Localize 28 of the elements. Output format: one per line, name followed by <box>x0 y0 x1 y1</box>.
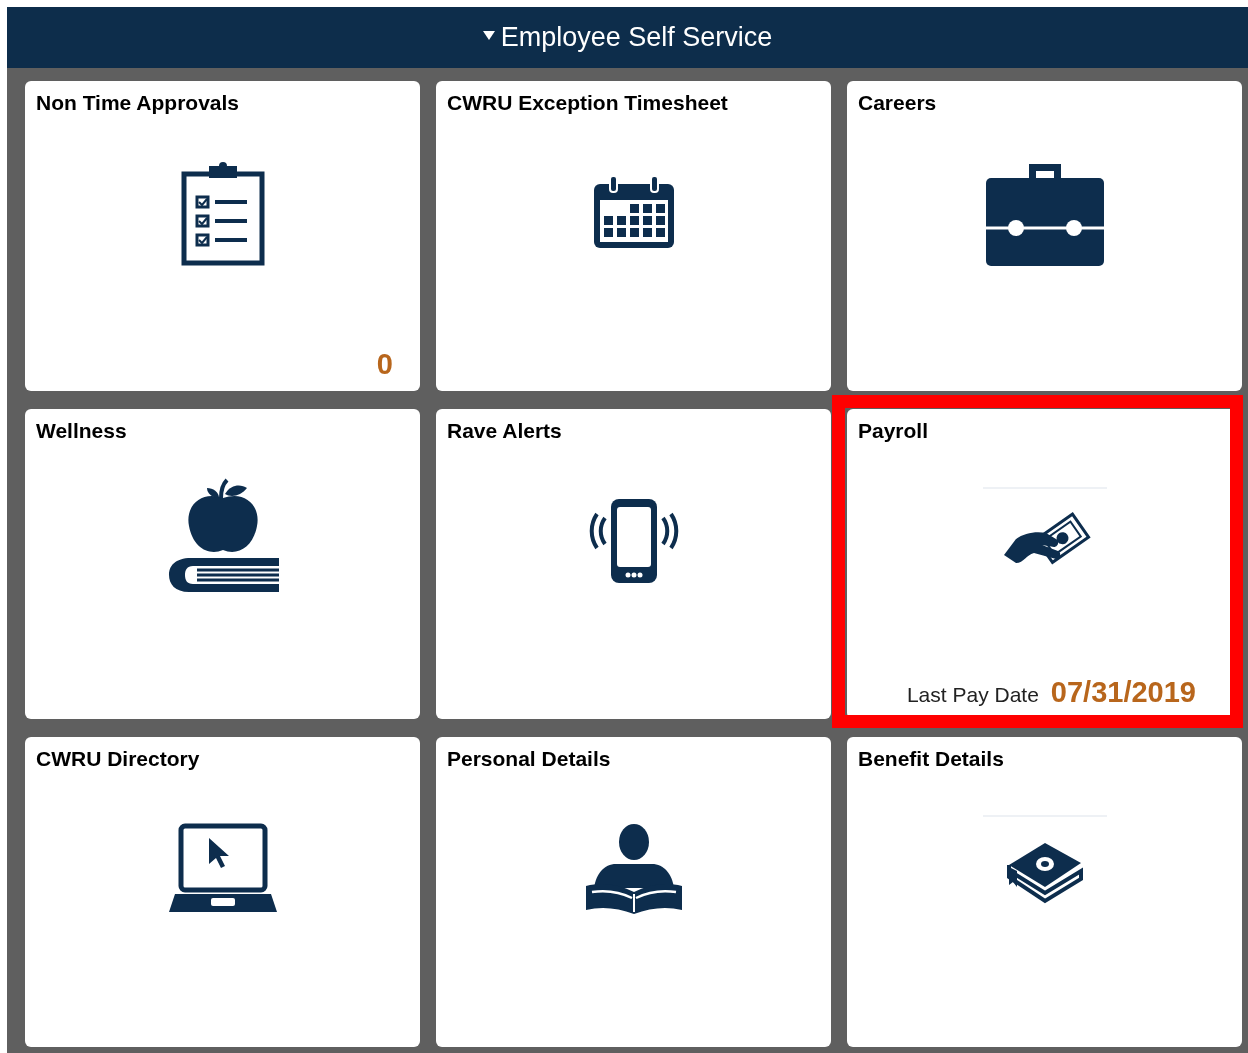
tile-title: Careers <box>858 91 937 115</box>
person-reading-icon <box>583 824 684 914</box>
tile-title: CWRU Directory <box>36 747 200 771</box>
tile-title: Payroll <box>858 419 929 443</box>
tile[interactable]: CWRU Directory <box>25 737 420 1047</box>
tile-title: Benefit Details <box>858 747 1004 771</box>
clipboard-icon <box>180 160 265 266</box>
tile-title: Personal Details <box>447 747 611 771</box>
pay-date-label: Last Pay Date <box>906 683 1039 707</box>
tile[interactable]: Personal Details <box>436 737 831 1047</box>
tile-title: Non Time Approvals <box>36 91 240 115</box>
tile[interactable]: Non Time Approvals 0 <box>25 81 420 391</box>
phone-vibrating-icon <box>587 498 680 584</box>
laptop-with-cursor-icon <box>168 824 277 914</box>
section-title: Employee Self Service <box>500 22 773 53</box>
calendar-icon <box>591 176 676 250</box>
tile[interactable]: Wellness <box>25 409 420 719</box>
tile-title: Wellness <box>36 419 127 443</box>
pending-count: 0 <box>376 348 393 381</box>
tile-title: Rave Alerts <box>447 419 562 443</box>
tile[interactable]: CWRU Exception Timesheet <box>436 81 831 391</box>
tile[interactable]: Benefit Details <box>847 737 1242 1047</box>
pay-date-value: 07/31/2019 <box>1050 676 1196 709</box>
tile[interactable]: Careers <box>847 81 1242 391</box>
tile[interactable]: Rave Alerts <box>436 409 831 719</box>
section-header[interactable]: Employee Self Service <box>7 7 1248 68</box>
book-with-coin-icon <box>1004 841 1085 903</box>
tile-title: CWRU Exception Timesheet <box>447 91 728 115</box>
